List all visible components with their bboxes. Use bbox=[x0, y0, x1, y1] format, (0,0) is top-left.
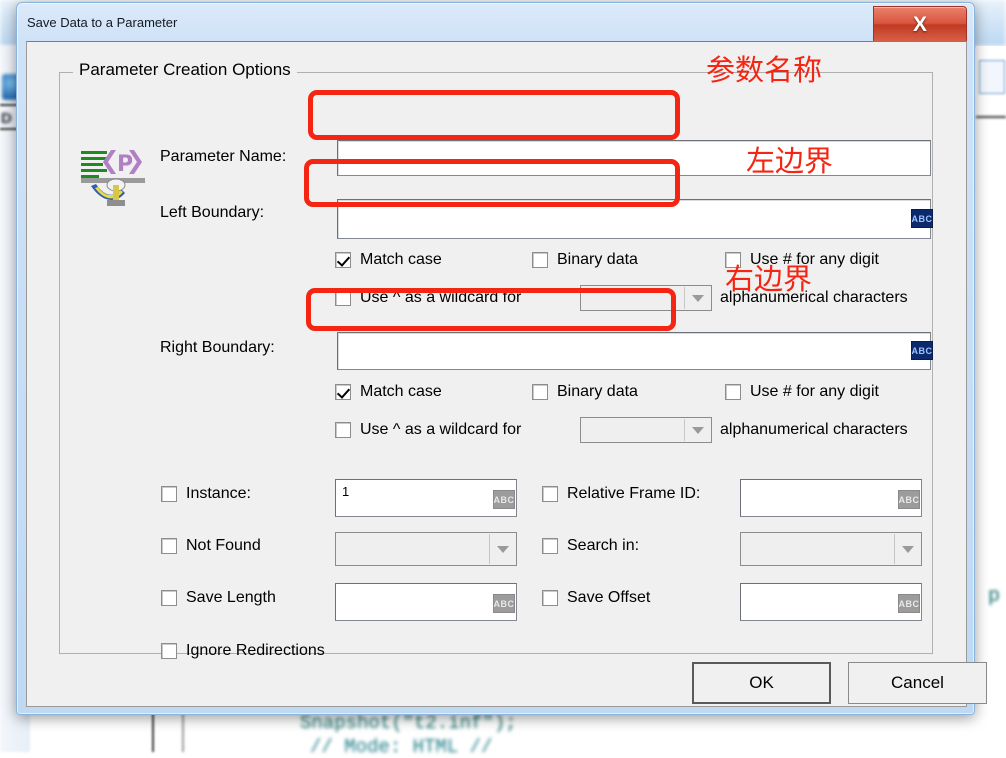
save-offset-input[interactable]: ABC bbox=[740, 583, 922, 621]
right-wildcard-label: Use ^ as a wildcard for bbox=[360, 421, 521, 439]
left-boundary-label: Left Boundary: bbox=[160, 204, 264, 222]
right-wildcard-combo[interactable] bbox=[580, 417, 712, 443]
save-data-to-parameter-dialog: Save Data to a Parameter X Parameter Cre… bbox=[16, 2, 975, 715]
ok-button[interactable]: OK bbox=[692, 662, 831, 704]
left-match-case-label: Match case bbox=[360, 251, 442, 269]
save-length-checkbox[interactable]: Save Length bbox=[161, 589, 276, 607]
right-binary-data-checkbox[interactable]: Binary data bbox=[532, 383, 638, 401]
not-found-checkbox[interactable]: Not Found bbox=[161, 537, 261, 555]
parameter-creation-icon: P bbox=[77, 145, 149, 211]
right-use-hash-digit-label: Use # for any digit bbox=[750, 383, 879, 401]
checkbox-box bbox=[161, 590, 177, 606]
left-wildcard-checkbox[interactable]: Use ^ as a wildcard for bbox=[335, 289, 521, 307]
left-wildcard-suffix: alphanumerical characters bbox=[720, 289, 908, 307]
checkbox-box bbox=[161, 538, 177, 554]
checkbox-box bbox=[542, 486, 558, 502]
instance-abc-button[interactable]: ABC bbox=[493, 490, 515, 509]
instance-input[interactable]: 1 ABC bbox=[335, 479, 517, 517]
background-stray-char: p bbox=[988, 585, 1000, 608]
chevron-down-icon bbox=[489, 534, 515, 564]
search-in-label: Search in: bbox=[567, 537, 639, 555]
group-title: Parameter Creation Options bbox=[73, 60, 297, 80]
checkbox-box bbox=[335, 384, 351, 400]
close-button[interactable]: X bbox=[873, 6, 967, 44]
left-binary-data-checkbox[interactable]: Binary data bbox=[532, 251, 638, 269]
parameter-name-label: Parameter Name: bbox=[160, 148, 286, 166]
relative-frame-id-checkbox[interactable]: Relative Frame ID: bbox=[542, 485, 700, 503]
checkbox-box bbox=[335, 290, 351, 306]
checkbox-box bbox=[542, 538, 558, 554]
search-in-checkbox[interactable]: Search in: bbox=[542, 537, 639, 555]
chevron-down-icon bbox=[684, 419, 710, 441]
not-found-combo[interactable] bbox=[335, 532, 517, 566]
left-use-hash-digit-checkbox[interactable]: Use # for any digit bbox=[725, 251, 879, 269]
dialog-titlebar[interactable]: Save Data to a Parameter X bbox=[17, 3, 974, 41]
svg-text:P: P bbox=[117, 152, 133, 177]
checkbox-box bbox=[725, 252, 741, 268]
right-boundary-input[interactable] bbox=[337, 332, 931, 370]
left-boundary-abc-button[interactable]: ABC bbox=[911, 209, 933, 228]
save-offset-label: Save Offset bbox=[567, 589, 650, 607]
instance-label: Instance: bbox=[186, 485, 251, 503]
cancel-button[interactable]: Cancel bbox=[848, 662, 987, 704]
checkbox-box bbox=[532, 252, 548, 268]
chevron-down-icon bbox=[684, 287, 710, 309]
checkbox-box bbox=[532, 384, 548, 400]
left-wildcard-combo[interactable] bbox=[580, 285, 712, 311]
background-right-tool bbox=[979, 60, 1005, 94]
save-offset-abc-button[interactable]: ABC bbox=[898, 594, 920, 613]
parameter-name-input[interactable] bbox=[337, 140, 931, 176]
right-wildcard-suffix: alphanumerical characters bbox=[720, 421, 908, 439]
right-match-case-label: Match case bbox=[360, 383, 442, 401]
not-found-label: Not Found bbox=[186, 537, 261, 555]
checkbox-box bbox=[161, 643, 177, 659]
background-right-panel bbox=[976, 46, 1006, 752]
checkbox-box bbox=[542, 590, 558, 606]
right-use-hash-digit-checkbox[interactable]: Use # for any digit bbox=[725, 383, 879, 401]
ignore-redirections-label: Ignore Redirections bbox=[186, 642, 325, 660]
right-binary-data-label: Binary data bbox=[557, 383, 638, 401]
dialog-client-area: Parameter Creation Options P Parame bbox=[26, 41, 967, 707]
relative-frame-id-label: Relative Frame ID: bbox=[567, 485, 700, 503]
checkbox-box bbox=[725, 384, 741, 400]
left-use-hash-digit-label: Use # for any digit bbox=[750, 251, 879, 269]
close-icon: X bbox=[874, 7, 966, 43]
background-code-line-2: // Mode: HTML // bbox=[310, 736, 492, 758]
checkbox-box bbox=[335, 422, 351, 438]
left-binary-data-label: Binary data bbox=[557, 251, 638, 269]
chevron-down-icon bbox=[894, 534, 920, 564]
background-right-divider bbox=[976, 116, 1006, 118]
background-code-line-1: Snapshot("t2.inf"); bbox=[300, 712, 517, 734]
right-match-case-checkbox[interactable]: Match case bbox=[335, 383, 442, 401]
checkbox-box bbox=[335, 252, 351, 268]
right-boundary-label: Right Boundary: bbox=[160, 339, 275, 357]
instance-checkbox[interactable]: Instance: bbox=[161, 485, 251, 503]
right-boundary-abc-button[interactable]: ABC bbox=[911, 341, 933, 360]
save-offset-checkbox[interactable]: Save Offset bbox=[542, 589, 650, 607]
dialog-title: Save Data to a Parameter bbox=[27, 15, 177, 30]
left-boundary-input[interactable] bbox=[337, 199, 931, 239]
ignore-redirections-checkbox[interactable]: Ignore Redirections bbox=[161, 642, 325, 660]
save-length-input[interactable]: ABC bbox=[335, 583, 517, 621]
save-length-label: Save Length bbox=[186, 589, 276, 607]
checkbox-box bbox=[161, 486, 177, 502]
search-in-combo[interactable] bbox=[740, 532, 922, 566]
relative-frame-id-abc-button[interactable]: ABC bbox=[898, 490, 920, 509]
left-match-case-checkbox[interactable]: Match case bbox=[335, 251, 442, 269]
right-wildcard-checkbox[interactable]: Use ^ as a wildcard for bbox=[335, 421, 521, 439]
relative-frame-id-input[interactable]: ABC bbox=[740, 479, 922, 517]
instance-value: 1 bbox=[342, 484, 349, 499]
left-wildcard-label: Use ^ as a wildcard for bbox=[360, 289, 521, 307]
save-length-abc-button[interactable]: ABC bbox=[493, 594, 515, 613]
